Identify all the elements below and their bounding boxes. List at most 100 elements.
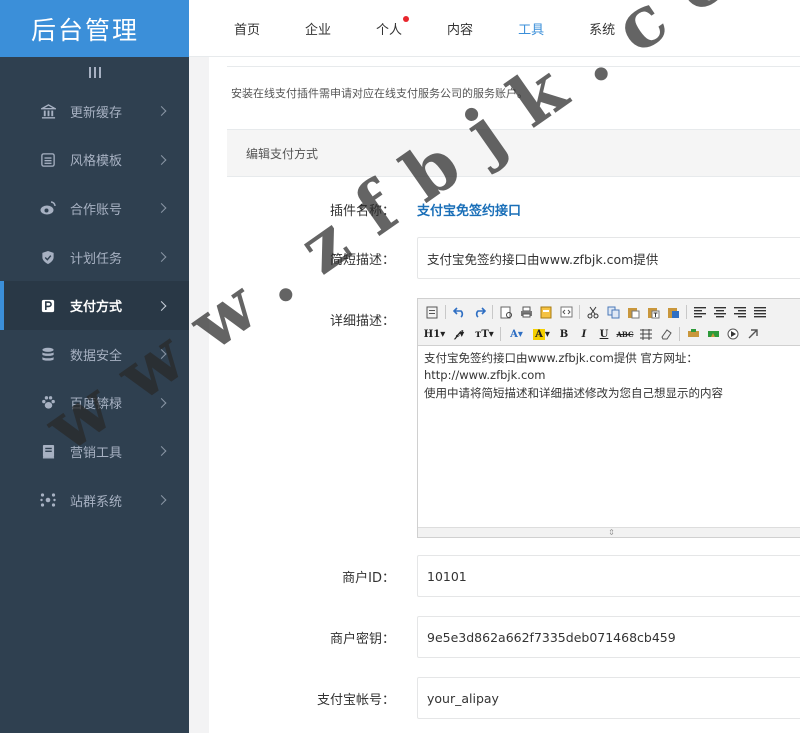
redo-icon[interactable] <box>472 305 487 320</box>
payment-icon <box>40 298 56 314</box>
toolbar-separator <box>500 327 501 341</box>
sidebar-item-site-cluster[interactable]: 站群系统 <box>0 476 189 525</box>
editor-content[interactable]: 支付宝免签约接口由www.zfbjk.com提供 官方网址：http://www… <box>418 346 800 406</box>
sidebar-item-data-security[interactable]: 数据安全 <box>0 330 189 379</box>
cut-icon[interactable] <box>586 305 601 320</box>
flash-icon[interactable] <box>706 327 721 342</box>
tab-content[interactable]: 内容 <box>447 19 473 38</box>
paste-icon[interactable] <box>626 305 641 320</box>
table-icon[interactable] <box>639 327 654 342</box>
preview-icon[interactable] <box>499 305 514 320</box>
font-size-button[interactable]: ᴛT▾ <box>475 327 495 342</box>
eraser-icon[interactable] <box>659 327 674 342</box>
sidebar-item-scheduled-tasks[interactable]: 计划任务 <box>0 233 189 282</box>
alipay-account-row: 支付宝帐号： your_alipay <box>209 677 800 719</box>
sidebar-item-label: 支付方式 <box>70 300 123 316</box>
sidebar-item-label: 计划任务 <box>70 251 123 267</box>
highlight-button[interactable]: A ▾ <box>532 327 552 342</box>
sidebar-item-cache[interactable]: 更新缓存 <box>0 87 189 136</box>
merchant-key-label: 商户密钥： <box>329 631 395 647</box>
divider <box>227 57 800 67</box>
sidebar-item-label: 数据安全 <box>70 348 123 364</box>
tab-home[interactable]: 首页 <box>234 19 260 38</box>
media-icon[interactable] <box>726 327 741 342</box>
database-icon <box>40 346 56 362</box>
print-icon[interactable] <box>519 305 534 320</box>
code-icon[interactable] <box>559 305 574 320</box>
notification-dot <box>403 15 410 22</box>
chevron-right-icon <box>156 495 167 505</box>
merchant-id-input[interactable]: 10101 <box>417 555 800 597</box>
paste-word-icon[interactable] <box>666 305 681 320</box>
sidebar-item-label: 合作账号 <box>70 202 123 218</box>
merchant-id-label: 商户ID： <box>342 570 395 586</box>
toolbar-separator <box>445 305 446 319</box>
panel-title: 编辑支付方式 <box>227 129 800 177</box>
chevron-right-icon <box>156 252 167 263</box>
bank-icon <box>40 103 56 119</box>
image-icon[interactable] <box>686 327 701 342</box>
sidebar-item-label: 更新缓存 <box>70 105 123 121</box>
merchant-id-row: 商户ID： 10101 <box>209 555 800 597</box>
tab-tools[interactable]: 工具 <box>518 19 544 38</box>
font-color-button[interactable]: A▾ <box>507 327 527 342</box>
toolbar-separator <box>686 305 687 319</box>
tab-system[interactable]: 系统 <box>589 19 615 38</box>
toolbar-separator <box>679 327 680 341</box>
align-right-icon[interactable] <box>733 305 748 320</box>
template-icon[interactable] <box>539 305 554 320</box>
undo-icon[interactable] <box>452 305 467 320</box>
list-icon <box>40 152 56 168</box>
sidebar-item-label: 营销工具 <box>70 445 123 461</box>
editor-line: 使用中请将简短描述和详细描述修改为您自己想显示的内容 <box>424 385 723 400</box>
cluster-icon <box>40 492 56 508</box>
rich-text-editor[interactable]: H1▾ 𝒻▾ ᴛT▾ A▾ A ▾ B I U ABC 支付宝免签约接口由www. <box>417 298 800 538</box>
chevron-right-icon <box>156 397 167 408</box>
editor-resize-handle[interactable]: ⇕ <box>418 527 800 537</box>
chevron-right-icon <box>156 154 167 165</box>
plugin-name-label: 插件名称： <box>329 203 395 219</box>
sidebar-item-baidu[interactable]: 百度锛椂 <box>0 379 189 428</box>
merchant-key-input[interactable]: 9e5e3d862a662f7335deb071468cb459 <box>417 616 800 658</box>
book-icon <box>40 443 56 459</box>
alipay-account-label: 支付宝帐号： <box>316 692 395 708</box>
align-left-icon[interactable] <box>693 305 708 320</box>
link-icon[interactable] <box>746 327 761 342</box>
chevron-right-icon <box>156 300 167 311</box>
short-desc-row: 简短描述： 支付宝免签约接口由www.zfbjk.com提供 <box>209 237 800 279</box>
tab-personal[interactable]: 个人 <box>376 15 410 38</box>
editor-line: 支付宝免签约接口由www.zfbjk.com提供 官方网址：http://www… <box>424 351 698 383</box>
strikethrough-button[interactable]: ABC <box>616 327 633 342</box>
sidebar-item-marketing-tools[interactable]: 营销工具 <box>0 427 189 476</box>
resize-grip-icon: ⇕ <box>608 528 615 537</box>
underline-button[interactable]: U <box>597 327 612 342</box>
paste-text-icon[interactable] <box>646 305 661 320</box>
sidebar-item-template[interactable]: 风格模板 <box>0 136 189 185</box>
align-center-icon[interactable] <box>713 305 728 320</box>
alipay-account-input[interactable]: your_alipay <box>417 677 800 719</box>
sidebar-item-partner-accounts[interactable]: 合作账号 <box>0 184 189 233</box>
highlight-icon: A <box>533 328 545 340</box>
copy-icon[interactable] <box>606 305 621 320</box>
tab-enterprise[interactable]: 企业 <box>305 19 331 38</box>
sidebar-item-payment-methods[interactable]: 支付方式 <box>0 281 189 330</box>
heading-button[interactable]: H1▾ <box>424 327 445 342</box>
chevron-right-icon <box>156 106 167 117</box>
chevron-right-icon <box>156 446 167 457</box>
toolbar-separator <box>579 305 580 319</box>
italic-button[interactable]: I <box>577 327 592 342</box>
menu-toggle-icon[interactable] <box>0 57 189 87</box>
sidebar-item-label: 风格模板 <box>70 154 123 170</box>
align-justify-icon[interactable] <box>753 305 768 320</box>
short-desc-input[interactable]: 支付宝免签约接口由www.zfbjk.com提供 <box>417 237 800 279</box>
chevron-right-icon <box>156 203 167 214</box>
source-icon[interactable] <box>425 305 440 320</box>
toolbar-separator <box>492 305 493 319</box>
top-nav: 首页 企业 个人 内容 工具 系统 <box>189 0 800 57</box>
font-family-button[interactable]: 𝒻▾ <box>450 327 470 342</box>
bold-button[interactable]: B <box>557 327 572 342</box>
merchant-key-row: 商户密钥： 9e5e3d862a662f7335deb071468cb459 <box>209 616 800 658</box>
app-logo[interactable]: 后台管理 <box>0 0 189 57</box>
plugin-name-value: 支付宝免签约接口 <box>417 203 522 219</box>
detail-desc-label: 详细描述： <box>329 313 395 329</box>
